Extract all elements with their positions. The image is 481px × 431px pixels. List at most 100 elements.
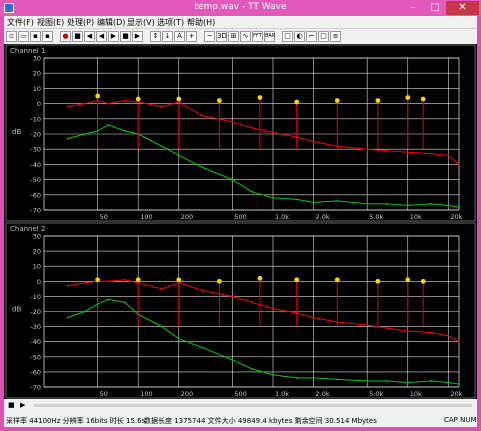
y-tick-label: -50	[30, 176, 41, 184]
x-tick-label: 100	[140, 213, 152, 221]
x-tick-label: 1.0k	[275, 390, 289, 398]
peak-marker	[216, 278, 222, 284]
stop-button-icon[interactable]: ■	[8, 401, 15, 409]
data-point-red	[385, 327, 388, 330]
skip-back-icon[interactable]: ◀	[96, 31, 107, 42]
window-icon[interactable]: ▢	[282, 31, 293, 42]
data-point-red	[83, 102, 86, 105]
data-point-green	[312, 201, 315, 204]
data-point-red	[458, 163, 460, 166]
y-tick-label: 0	[37, 100, 41, 108]
peak-marker	[216, 98, 222, 103]
menu-display[interactable]: 显示(V)	[127, 17, 155, 28]
menu-edit[interactable]: 编辑(D)	[97, 17, 125, 28]
data-point-red	[312, 316, 315, 319]
peak-marker	[135, 277, 141, 283]
curve-icon[interactable]: ~	[204, 31, 215, 42]
data-point-green	[406, 381, 409, 384]
menu-help[interactable]: 帮助(H)	[187, 17, 215, 28]
peak-marker	[405, 95, 411, 100]
menu-bar: 文件(F) 视图(E) 处理(P) 编辑(D) 显示(V) 选项(T) 帮助(H…	[4, 16, 477, 28]
close-button[interactable]: ✕	[446, 1, 479, 15]
x-tick-label: 5.0k	[369, 213, 383, 221]
maximize-button[interactable]: □	[424, 1, 446, 15]
data-point-red	[107, 102, 110, 105]
text-tool-icon[interactable]: A	[174, 31, 185, 42]
data-point-red	[366, 148, 369, 151]
marker-icon[interactable]: ↓	[162, 31, 173, 42]
play-button-icon[interactable]: ▶	[20, 401, 25, 409]
y-tick-label: 10	[33, 263, 41, 271]
data-point-green	[251, 190, 254, 193]
position-slider[interactable]	[34, 404, 472, 407]
data-point-green	[66, 316, 69, 319]
data-point-green	[161, 145, 163, 148]
play-icon[interactable]: ▶	[108, 31, 119, 42]
stop-record-icon[interactable]: ■	[72, 31, 83, 42]
x-tick-label: 20k	[450, 390, 462, 398]
data-point-red	[66, 105, 69, 108]
menu-options[interactable]: 选项(T)	[157, 17, 184, 28]
y-tick-label: 0	[37, 278, 41, 286]
data-point-red	[124, 99, 127, 102]
data-point-red	[161, 105, 163, 108]
spectrum-icon[interactable]: FFT	[252, 31, 263, 42]
menu-file[interactable]: 文件(F)	[7, 17, 34, 28]
status-format: 采样率 44100Hz 分辨率 16bits 时长 15.6s	[6, 417, 146, 425]
spectrum-view[interactable]: Channel 1 dB 30 20 10 0 -10 -20 -30 -40 -50 -60 -70 5…	[4, 44, 477, 399]
data-point-green	[107, 123, 110, 126]
overlay-icon[interactable]: ◐	[294, 31, 305, 42]
data-point-red	[447, 334, 450, 337]
status-bar: ■ ▶ 采样率 44100Hz 分辨率 16bits 时长 15.6s 数据长度…	[4, 399, 477, 427]
data-point-green	[385, 203, 388, 205]
rect-select-icon[interactable]: □	[318, 31, 329, 42]
zoom-in-icon[interactable]: +	[186, 31, 197, 42]
data-point-green	[312, 377, 315, 379]
pause-icon[interactable]: ■	[120, 31, 131, 42]
meter-icon[interactable]: ↕	[150, 31, 161, 42]
peak-marker	[95, 277, 101, 283]
title-bar[interactable]: temp.wav - TT Wave – □ ✕	[0, 0, 481, 16]
data-point-green	[83, 133, 86, 135]
list-icon[interactable]: ≡	[330, 31, 341, 42]
data-point-green	[124, 130, 127, 132]
data-point-green	[201, 346, 204, 349]
data-point-red	[107, 280, 110, 283]
save-as-icon[interactable]: ▪	[42, 31, 53, 42]
3d-view-icon[interactable]: 3D	[216, 31, 227, 42]
x-tick-label: 10k	[410, 213, 422, 221]
menu-view[interactable]: 视图(E)	[37, 17, 64, 28]
spectrum-charts[interactable]: Channel 1dB3020100-10-20-30-40-50-60-705…	[4, 44, 477, 399]
x-tick-label: 50	[100, 390, 108, 398]
peak-marker	[294, 277, 300, 283]
menu-process[interactable]: 处理(P)	[67, 17, 94, 28]
record-icon[interactable]: ●	[60, 31, 71, 42]
data-point-green	[66, 137, 69, 140]
data-point-green	[447, 204, 450, 207]
y-tick-label: -30	[30, 146, 41, 154]
data-point-green	[231, 178, 234, 181]
rewind-icon[interactable]: ◀	[84, 31, 95, 42]
new-file-icon[interactable]: ▫	[6, 31, 17, 42]
data-point-green	[430, 203, 433, 205]
data-point-red	[272, 131, 274, 134]
save-icon[interactable]: ▪	[30, 31, 41, 42]
peak-marker	[176, 277, 182, 283]
data-point-red	[430, 152, 433, 155]
y-tick-label: 10	[33, 85, 41, 93]
x-tick-label: 10k	[410, 390, 422, 398]
peak-marker	[420, 96, 426, 102]
data-point-green	[295, 377, 298, 379]
open-folder-icon[interactable]: ▭	[18, 31, 29, 42]
peak-marker	[257, 95, 263, 100]
bar-view-icon[interactable]: BAR	[264, 31, 275, 42]
status-size: 数据长度 1375744 文件大小 49849.4 kbytes 剩余空间 30…	[144, 417, 377, 425]
skip-forward-icon[interactable]: ▶	[132, 31, 143, 42]
data-point-green	[366, 203, 369, 205]
view-icon[interactable]: ⊞	[228, 31, 239, 42]
scope-icon[interactable]: ∿	[240, 31, 251, 42]
x-tick-label: 100	[140, 390, 152, 398]
bracket-icon[interactable]: ⌐	[306, 31, 317, 42]
data-point-green	[83, 310, 86, 313]
minimize-button[interactable]: –	[402, 1, 424, 15]
